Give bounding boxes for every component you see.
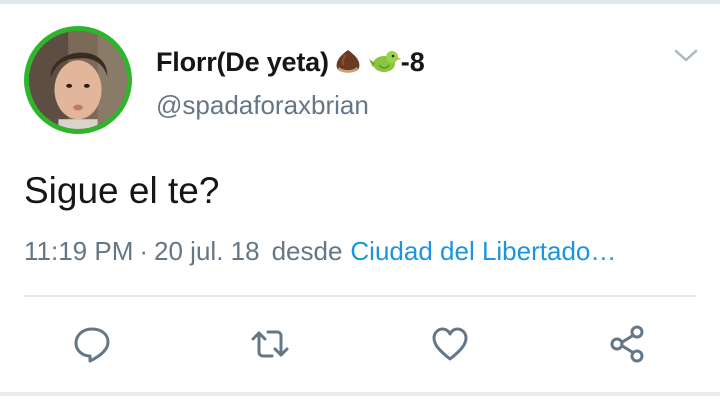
chevron-down-icon[interactable] bbox=[672, 46, 700, 66]
author-name-suffix: -8 bbox=[400, 46, 425, 77]
share-icon bbox=[610, 325, 644, 363]
divider bbox=[24, 295, 696, 297]
avatar[interactable] bbox=[24, 26, 132, 134]
share-button[interactable] bbox=[606, 322, 650, 366]
tweet-detail: Florr(De yeta) -8 @spadaforaxbrian Sigue… bbox=[0, 0, 720, 420]
tweet-meta: 11:19 PM · 20 jul. 18 desde Ciudad del L… bbox=[24, 236, 616, 267]
avatar-photo bbox=[29, 31, 127, 129]
meta-desde: desde bbox=[271, 236, 343, 266]
bird-icon bbox=[367, 47, 401, 77]
like-icon bbox=[432, 327, 468, 361]
like-button[interactable] bbox=[428, 322, 472, 366]
chestnut-icon bbox=[333, 47, 363, 77]
reply-button[interactable] bbox=[70, 322, 114, 366]
meta-separator: · bbox=[139, 236, 149, 266]
author-display-name: Florr(De yeta) bbox=[156, 46, 329, 77]
retweet-button[interactable] bbox=[248, 322, 292, 366]
bottom-strip bbox=[0, 396, 720, 420]
tweet-date: 20 jul. 18 bbox=[154, 236, 260, 266]
top-border bbox=[0, 0, 720, 4]
tweet-time: 11:19 PM bbox=[24, 236, 134, 266]
reply-icon bbox=[74, 327, 110, 363]
tweet-location-link[interactable]: Ciudad del Libertado… bbox=[350, 236, 616, 267]
author-handle[interactable]: @spadaforaxbrian bbox=[156, 90, 369, 121]
author-name-row[interactable]: Florr(De yeta) -8 bbox=[156, 44, 425, 80]
tweet-text: Sigue el te? bbox=[24, 170, 220, 211]
retweet-icon bbox=[251, 330, 289, 358]
